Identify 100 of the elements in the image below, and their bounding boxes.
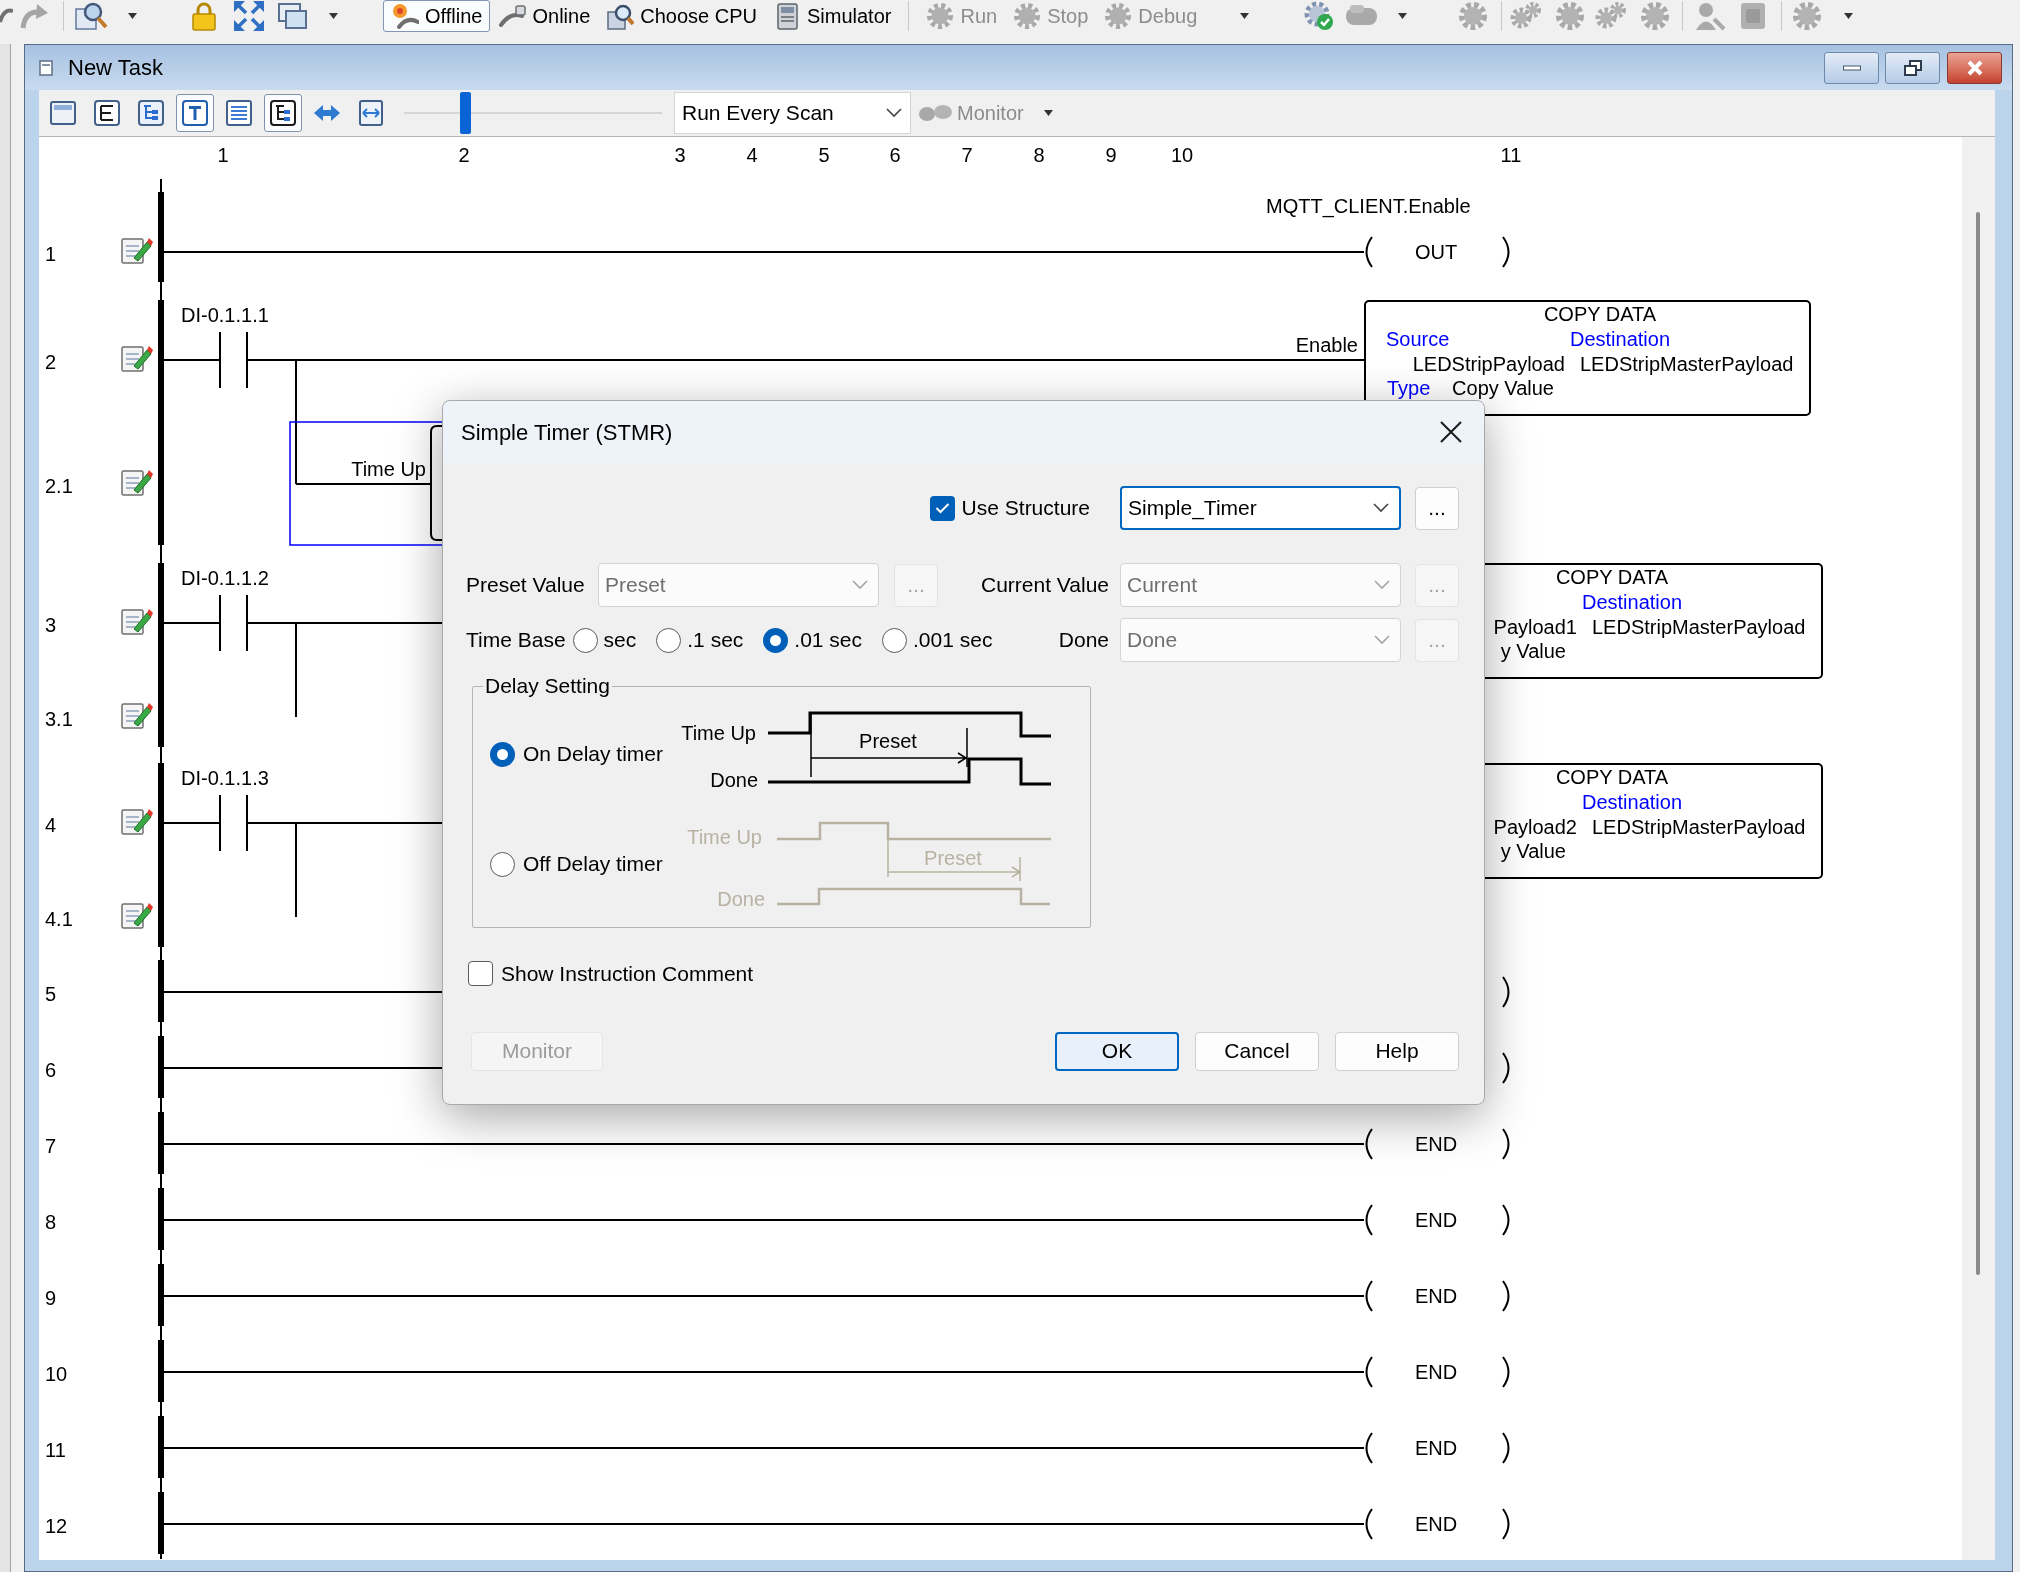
parameter-label: Destination — [1582, 791, 1683, 813]
window-icon — [49, 99, 77, 127]
parameter-label: Type — [1387, 377, 1431, 399]
magnifier-icon[interactable] — [74, 0, 108, 31]
signal-label: Done — [710, 769, 758, 791]
caret-icon[interactable] — [329, 12, 338, 19]
output-coil[interactable] — [1365, 1356, 1510, 1388]
parameter-value: LEDStripMasterPayload — [1592, 816, 1806, 838]
toolbar-button[interactable]: Offline — [383, 0, 491, 32]
contact-symbol[interactable] — [219, 331, 248, 389]
coil-tag: MQTT_CLIENT.Enable — [1266, 195, 1471, 217]
zoom-slider[interactable] — [404, 92, 662, 134]
rung-number: 3.1 — [45, 708, 73, 730]
lock-icon[interactable] — [191, 0, 217, 31]
gear-icon — [926, 1, 955, 30]
contact-symbol[interactable] — [219, 794, 248, 852]
rung-number: 2 — [45, 351, 57, 373]
radio-button[interactable] — [656, 627, 682, 653]
gear-icon — [1104, 1, 1133, 30]
field-label: Done — [1058, 627, 1109, 654]
list-icon — [225, 99, 253, 127]
column-number: 6 — [889, 144, 901, 166]
output-coil[interactable] — [1365, 1204, 1510, 1236]
tool-button[interactable] — [264, 94, 302, 132]
radio-label: .01 sec — [794, 627, 863, 654]
tool-button[interactable] — [176, 94, 214, 132]
column-number: 4 — [746, 144, 758, 166]
rung-number: 11 — [45, 1439, 66, 1461]
parameter-label: Destination — [1570, 328, 1671, 350]
output-coil[interactable] — [1502, 976, 1510, 1008]
field-label: Time Base — [466, 627, 566, 654]
restore-button[interactable] — [1885, 51, 1940, 84]
block-title: COPY DATA — [1543, 303, 1657, 325]
radio-button[interactable] — [763, 627, 789, 653]
signal-label: Done — [717, 888, 765, 910]
output-coil[interactable] — [1365, 1280, 1510, 1312]
coil-instruction: OUT — [1414, 241, 1458, 263]
column-number: 9 — [1105, 144, 1117, 166]
checkbox[interactable] — [468, 961, 493, 987]
radio-button[interactable] — [490, 851, 515, 877]
caret-icon[interactable] — [128, 12, 137, 19]
contact-symbol[interactable] — [219, 594, 248, 652]
parameter-value: LEDStripMasterPayload — [1592, 616, 1806, 638]
radio-button[interactable] — [490, 741, 515, 767]
caret-icon[interactable] — [1398, 12, 1408, 19]
interval-label: Preset — [859, 730, 917, 752]
parameter-value: y Value — [1500, 840, 1566, 862]
rung-number: 3 — [45, 614, 57, 636]
instruction-block[interactable] — [430, 425, 445, 541]
window-icon[interactable] — [278, 1, 308, 30]
radio-button[interactable] — [572, 627, 598, 653]
coil-instruction: END — [1414, 1285, 1458, 1307]
output-coil[interactable] — [1365, 1508, 1510, 1540]
minimize-icon — [1842, 64, 1861, 71]
output-coil[interactable] — [1365, 1432, 1510, 1464]
browse-button[interactable]: ... — [1415, 486, 1459, 530]
caret-icon[interactable] — [1043, 110, 1053, 116]
rung-wire — [163, 622, 221, 624]
minimize-button[interactable] — [1824, 51, 1879, 84]
radio-label: On Delay timer — [523, 741, 664, 768]
window-title: New Task — [68, 54, 163, 82]
plug-icon — [391, 1, 419, 30]
tree-icon — [137, 99, 165, 127]
slider-thumb[interactable] — [460, 92, 472, 134]
scan-mode-dropdown[interactable]: Run Every Scan — [674, 92, 911, 134]
rung-number: 4.1 — [45, 908, 73, 930]
checkbox[interactable] — [929, 495, 955, 521]
close-button[interactable] — [1947, 51, 2002, 84]
radio-button[interactable] — [882, 627, 908, 653]
rung-number: 4 — [45, 814, 57, 836]
output-coil[interactable] — [1502, 1052, 1510, 1084]
toolbar-button[interactable]: Simulator — [765, 0, 900, 32]
dialog-button[interactable]: Help — [1335, 1031, 1459, 1071]
contact-tag: DI-0.1.1.2 — [181, 567, 269, 589]
radio-label: .001 sec — [913, 627, 993, 654]
column-number: 1 — [217, 144, 229, 166]
caret-icon[interactable] — [1844, 12, 1854, 19]
rung-number: 12 — [45, 1515, 68, 1537]
parameter-value: y Value — [1500, 640, 1566, 662]
document-icon — [39, 59, 53, 76]
column-number: 8 — [1033, 144, 1045, 166]
dialog-button[interactable]: Cancel — [1195, 1031, 1319, 1071]
checkmark-icon — [934, 502, 950, 514]
scrollbar-thumb[interactable] — [1976, 212, 1980, 1275]
output-coil[interactable] — [1365, 236, 1510, 268]
rung-number: 6 — [45, 1059, 57, 1081]
toolbar-button[interactable]: Online — [490, 0, 599, 32]
rung-number: 1 — [45, 243, 57, 265]
gear-check-icon[interactable] — [1304, 0, 1335, 31]
dropdown-field[interactable]: Simple_Timer — [1120, 486, 1401, 530]
rung-number: 7 — [45, 1135, 57, 1157]
dialog-button[interactable]: OK — [1055, 1031, 1179, 1071]
interval-label: Preset — [924, 847, 982, 869]
toolbar-button[interactable]: Choose CPU — [598, 0, 765, 32]
tree-icon — [269, 99, 297, 127]
expand-arrows-icon[interactable] — [233, 0, 265, 32]
output-coil[interactable] — [1365, 1128, 1510, 1160]
rung-number: 2.1 — [45, 475, 73, 497]
caret-icon[interactable] — [1240, 12, 1250, 19]
rung-number: 9 — [45, 1287, 57, 1309]
